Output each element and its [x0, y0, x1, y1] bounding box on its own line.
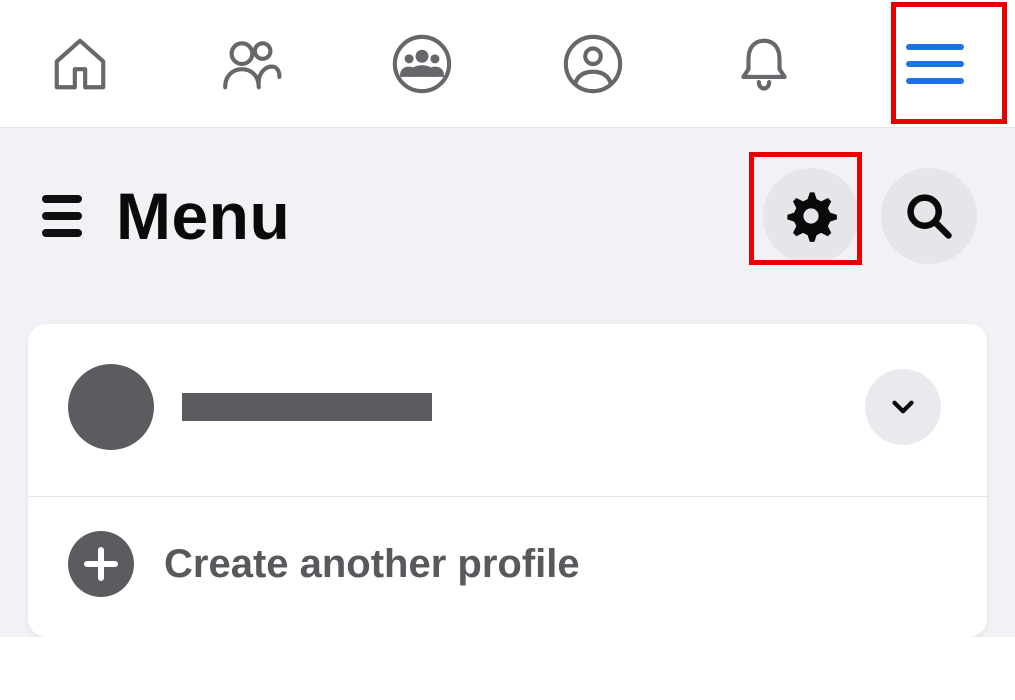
top-nav-bar: [0, 0, 1015, 128]
plus-icon: [68, 531, 134, 597]
page-title: Menu: [116, 178, 290, 254]
profile-card: Create another profile: [28, 324, 987, 637]
profile-name-redacted: [182, 393, 432, 421]
create-profile-button[interactable]: Create another profile: [28, 497, 987, 637]
nav-profile[interactable]: [553, 24, 633, 104]
home-icon: [49, 33, 111, 95]
nav-groups[interactable]: [382, 24, 462, 104]
nav-home[interactable]: [40, 24, 120, 104]
profile-icon: [562, 33, 624, 95]
tutorial-highlight-menu: [891, 2, 1007, 124]
profile-row[interactable]: [28, 324, 987, 496]
create-profile-label: Create another profile: [164, 542, 580, 587]
menu-hamburger-icon[interactable]: [42, 195, 82, 237]
expand-profile-button[interactable]: [865, 369, 941, 445]
nav-notifications[interactable]: [724, 24, 804, 104]
friends-icon: [220, 33, 282, 95]
nav-friends[interactable]: [211, 24, 291, 104]
bell-icon: [733, 33, 795, 95]
menu-section: Menu: [0, 128, 1015, 637]
search-icon: [903, 190, 955, 242]
groups-icon: [391, 33, 453, 95]
menu-header: Menu: [0, 128, 1015, 324]
avatar: [68, 364, 154, 450]
search-button[interactable]: [881, 168, 977, 264]
chevron-down-icon: [886, 390, 920, 424]
tutorial-highlight-settings: [749, 152, 862, 265]
